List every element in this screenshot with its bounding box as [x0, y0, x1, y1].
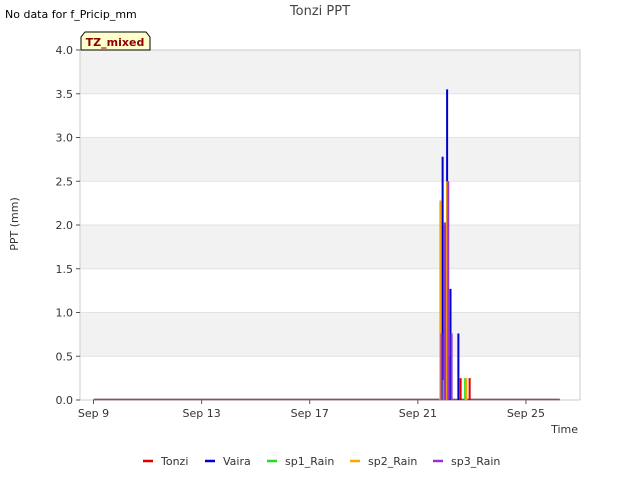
x-tick-label: Sep 13 [183, 407, 221, 420]
y-tick-label: 0.0 [56, 394, 74, 407]
bar-tonzi [468, 378, 471, 400]
plot-background [79, 49, 581, 401]
x-tick-label: Sep 9 [78, 407, 109, 420]
y-tick-label: 2.0 [56, 219, 74, 232]
legend-label: Vaira [223, 455, 251, 468]
badge-label: TZ_mixed [86, 36, 145, 49]
bar-vaira [457, 333, 460, 400]
x-axis-ticks: Sep 9 Sep 13 Sep 17 Sep 21 Sep 25 [78, 400, 545, 420]
y-tick-label: 4.0 [56, 44, 74, 57]
legend-label: sp3_Rain [451, 455, 500, 468]
y-tick-label: 3.0 [56, 132, 74, 145]
legend-label: sp1_Rain [285, 455, 334, 468]
chart: Tonzi PPT 0.0 0.5 1.0 1.5 2.0 2.5 3.0 3.5 4.0 Se… [8, 4, 581, 468]
bar-sp2-rain [465, 378, 468, 400]
y-tick-label: 3.5 [56, 88, 74, 101]
grid-band [80, 312, 580, 357]
bar-sp3-rain [447, 181, 450, 400]
grid-band [80, 137, 580, 182]
y-axis-ticks: 0.0 0.5 1.0 1.5 2.0 2.5 3.0 3.5 4.0 [56, 44, 80, 407]
x-axis-label: Time [550, 423, 578, 436]
grid-band [80, 225, 580, 269]
y-axis-label: PPT (mm) [8, 197, 21, 251]
y-tick-label: 1.0 [56, 307, 74, 320]
chart-title: Tonzi PPT [289, 4, 350, 19]
bar-sp3-rain [450, 333, 453, 400]
badge: TZ_mixed [80, 31, 151, 51]
bar-sp3-rain [440, 333, 443, 400]
legend-label: sp2_Rain [368, 455, 417, 468]
bar-tonzi [459, 378, 462, 400]
y-tick-label: 1.5 [56, 263, 74, 276]
x-tick-label: Sep 25 [507, 407, 545, 420]
y-tick-label: 2.5 [56, 175, 74, 188]
bar-sp3-rain [443, 222, 446, 400]
x-tick-label: Sep 17 [291, 407, 329, 420]
x-tick-label: Sep 21 [399, 407, 437, 420]
legend-label: Tonzi [160, 455, 188, 468]
legend: Tonzi Vaira sp1_Rain sp2_Rain sp3_Rain [143, 455, 500, 468]
grid-band [80, 50, 580, 94]
y-tick-label: 0.5 [56, 350, 74, 363]
